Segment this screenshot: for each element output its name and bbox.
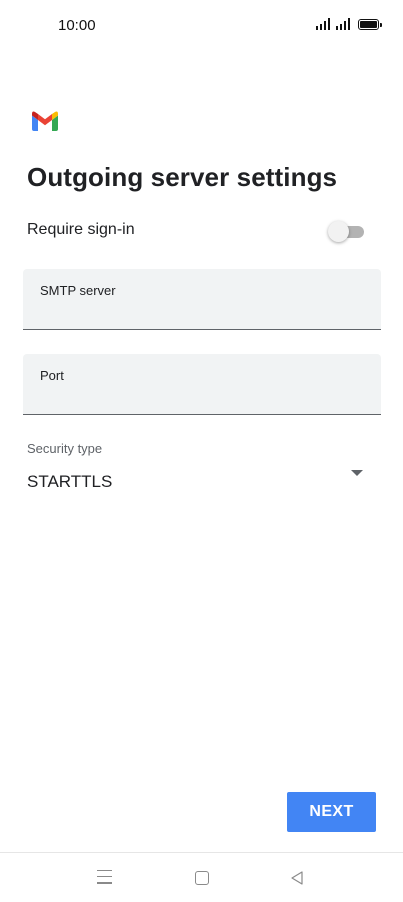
home-icon[interactable]: [195, 871, 209, 885]
port-input[interactable]: [40, 386, 360, 408]
status-time: 10:00: [58, 17, 96, 34]
status-icons: [316, 18, 382, 30]
port-label: Port: [40, 368, 64, 383]
battery-icon: [358, 19, 382, 30]
page-title: Outgoing server settings: [27, 162, 338, 192]
smtp-server-label: SMTP server: [40, 283, 116, 298]
next-button[interactable]: NEXT: [287, 792, 376, 832]
menu-icon[interactable]: [97, 870, 112, 884]
screen: 10:00 Outgoing server settings Require s…: [0, 0, 403, 902]
security-type-dropdown[interactable]: Security type STARTTLS: [27, 440, 367, 495]
navigation-bar: [0, 852, 403, 902]
signal-icon: [316, 18, 330, 30]
signal-icon: [336, 18, 350, 30]
require-signin-row: Require sign-in: [27, 218, 367, 244]
security-type-value: STARTTLS: [27, 472, 113, 491]
require-signin-toggle[interactable]: [328, 221, 364, 242]
smtp-server-field[interactable]: SMTP server: [23, 269, 381, 330]
status-bar: 10:00: [0, 0, 403, 52]
back-icon[interactable]: [289, 870, 305, 886]
require-signin-label: Require sign-in: [27, 221, 135, 238]
security-type-label: Security type: [27, 441, 103, 456]
dropdown-arrow-icon: [351, 470, 363, 476]
toggle-thumb: [328, 221, 349, 242]
port-field[interactable]: Port: [23, 354, 381, 415]
gmail-logo-icon: [32, 111, 58, 131]
smtp-server-input[interactable]: [40, 301, 360, 323]
